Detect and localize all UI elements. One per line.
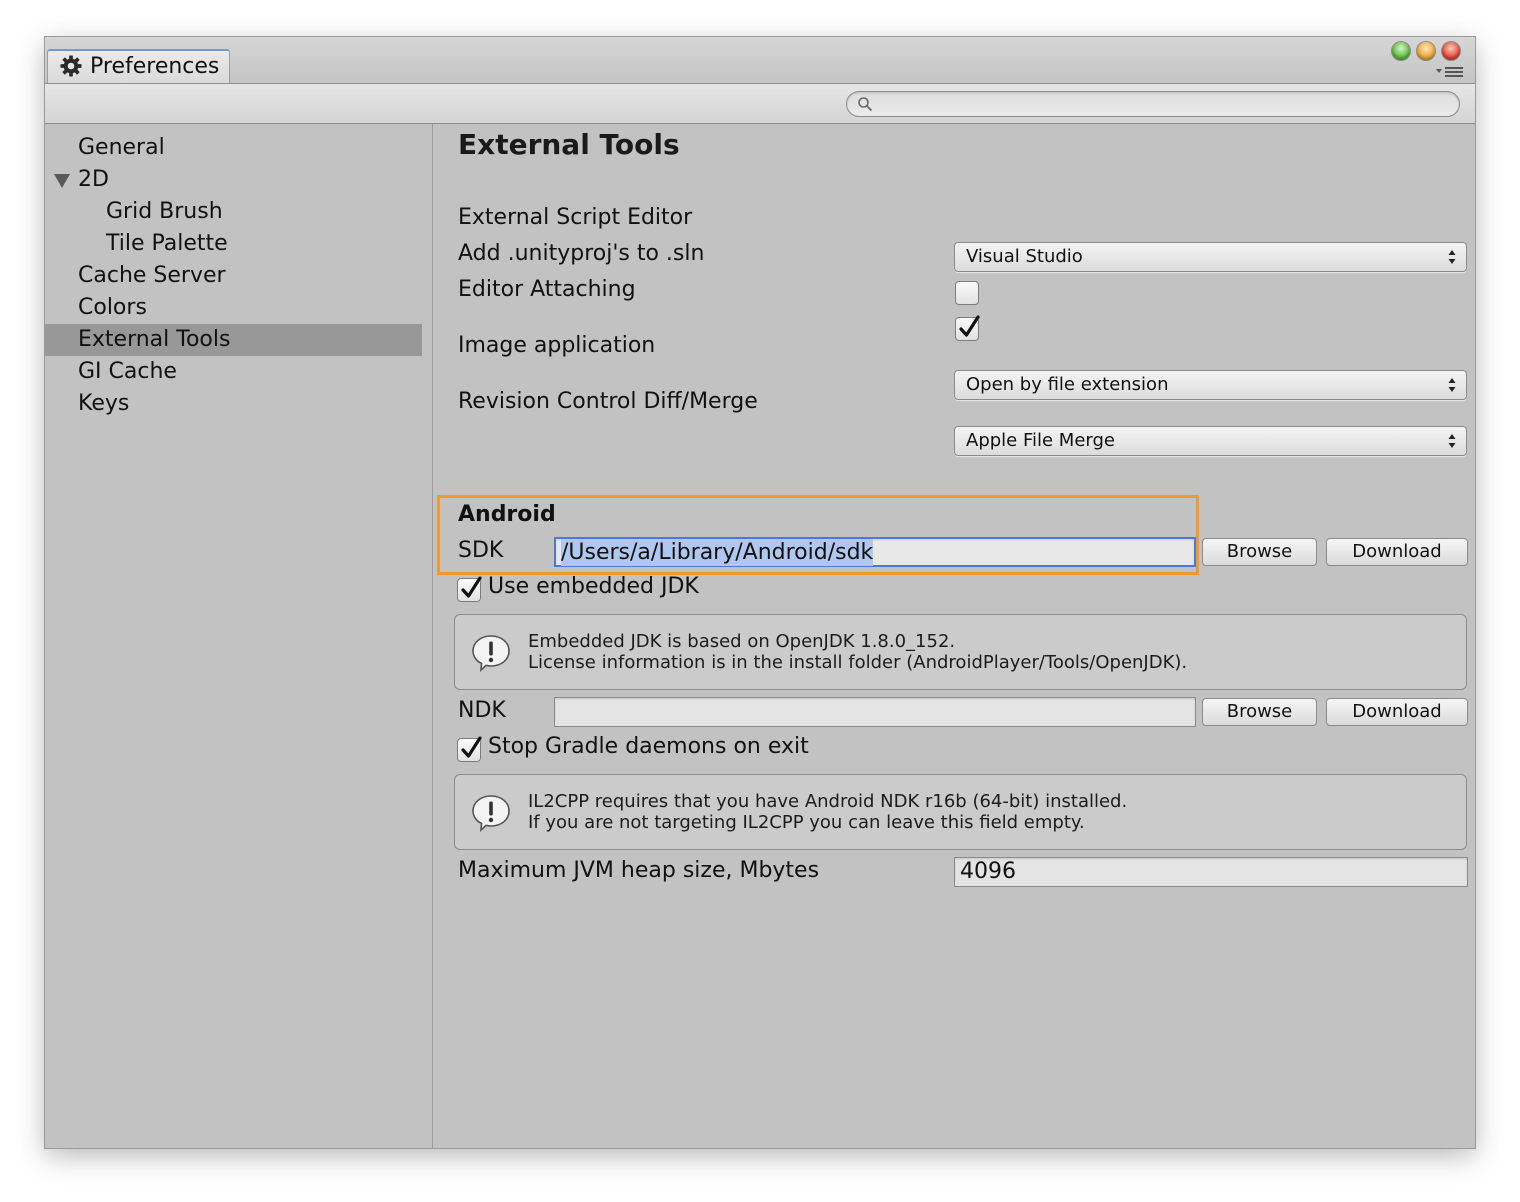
sdk-path-input[interactable]: /Users/a/Library/Android/sdk: [554, 537, 1196, 567]
ndk-path-input[interactable]: [554, 697, 1196, 727]
sdk-download-button[interactable]: Download: [1326, 538, 1468, 566]
jdk-info-line-1: Embedded JDK is based on OpenJDK 1.8.0_1…: [528, 631, 956, 652]
checkmark-icon: [461, 736, 482, 758]
image-application-dropdown[interactable]: Open by file extension: [954, 370, 1467, 400]
jvm-heap-label: Maximum JVM heap size, Mbytes: [458, 858, 820, 883]
settings-panel: External Tools External Script Editor Vi…: [433, 124, 1475, 1148]
close-button[interactable]: [1442, 42, 1460, 60]
page-title: External Tools: [458, 128, 680, 161]
android-section-header: Android: [458, 502, 556, 527]
ndk-info-box: IL2CPP requires that you have Android ND…: [454, 774, 1467, 850]
sidebar-item-label: GI Cache: [78, 359, 177, 384]
toolbar: [45, 84, 1475, 124]
sidebar-item-label: Grid Brush: [106, 199, 223, 224]
info-speech-bubble-icon: [472, 795, 510, 832]
jvm-heap-input[interactable]: 4096: [954, 857, 1468, 887]
sdk-label: SDK: [458, 538, 504, 563]
embedded-jdk-checkbox[interactable]: [457, 576, 482, 602]
sidebar-item-label: General: [78, 135, 165, 160]
image-application-label: Image application: [458, 333, 656, 358]
sidebar-item-2d[interactable]: 2D: [45, 164, 422, 196]
dropdown-value: Open by file extension: [966, 374, 1169, 395]
sdk-path-value: /Users/a/Library/Android/sdk: [561, 539, 874, 566]
search-icon: [858, 97, 873, 112]
sidebar-item-tile-palette[interactable]: Tile Palette: [45, 228, 422, 260]
add-unityproj-checkbox[interactable]: [955, 281, 979, 305]
jvm-heap-value: 4096: [960, 859, 1016, 884]
ndk-info-line-1: IL2CPP requires that you have Android ND…: [528, 791, 1128, 812]
sidebar-item-label: Cache Server: [78, 263, 226, 288]
sidebar-item-grid-brush[interactable]: Grid Brush: [45, 196, 422, 228]
search-input[interactable]: [877, 94, 1451, 116]
title-bar: Preferences: [45, 37, 1475, 84]
sidebar-item-label: 2D: [78, 167, 109, 192]
editor-attaching-checkbox[interactable]: [955, 315, 980, 341]
script-editor-dropdown[interactable]: Visual Studio: [954, 242, 1467, 272]
minimize-button[interactable]: [1417, 42, 1435, 60]
editor-attaching-label: Editor Attaching: [458, 277, 636, 302]
sidebar-item-general[interactable]: General: [45, 132, 422, 164]
revision-control-label: Revision Control Diff/Merge: [458, 389, 758, 414]
stop-gradle-checkbox[interactable]: [457, 736, 482, 762]
updown-arrows-icon: [1448, 250, 1456, 264]
sidebar-item-label: Colors: [78, 295, 147, 320]
revision-control-dropdown[interactable]: Apple File Merge: [954, 426, 1467, 456]
info-speech-bubble-icon: [472, 635, 510, 672]
updown-arrows-icon: [1448, 434, 1456, 448]
preferences-window: Preferences General 2D Grid Brush Tile P…: [45, 37, 1475, 1148]
sidebar-item-label: Keys: [78, 391, 130, 416]
sidebar-item-gi-cache[interactable]: GI Cache: [45, 356, 422, 388]
sidebar-item-external-tools[interactable]: External Tools: [45, 324, 422, 356]
sdk-browse-button[interactable]: Browse: [1202, 538, 1317, 566]
stop-gradle-label: Stop Gradle daemons on exit: [488, 734, 809, 759]
dropdown-value: Apple File Merge: [966, 430, 1115, 451]
sidebar-item-keys[interactable]: Keys: [45, 388, 422, 420]
jdk-info-box: Embedded JDK is based on OpenJDK 1.8.0_1…: [454, 614, 1467, 690]
tab-title: Preferences: [90, 54, 220, 79]
ndk-label: NDK: [458, 698, 506, 723]
sidebar-item-cache-server[interactable]: Cache Server: [45, 260, 422, 292]
sidebar: General 2D Grid Brush Tile Palette Cache…: [45, 124, 433, 1148]
window-menu-icon[interactable]: [1436, 66, 1464, 78]
maximize-button[interactable]: [1392, 42, 1410, 60]
ndk-browse-button[interactable]: Browse: [1202, 698, 1317, 726]
sidebar-item-colors[interactable]: Colors: [45, 292, 422, 324]
script-editor-label: External Script Editor: [458, 205, 693, 230]
ndk-info-line-2: If you are not targeting IL2CPP you can …: [528, 812, 1085, 833]
jdk-info-line-2: License information is in the install fo…: [528, 652, 1188, 673]
sidebar-item-label: External Tools: [78, 327, 231, 352]
foldout-expanded-icon[interactable]: [54, 174, 70, 188]
tab-preferences[interactable]: Preferences: [47, 49, 230, 83]
updown-arrows-icon: [1448, 378, 1456, 392]
dropdown-value: Visual Studio: [966, 246, 1083, 267]
gear-icon: [60, 55, 82, 77]
search-field[interactable]: [846, 91, 1460, 117]
ndk-download-button[interactable]: Download: [1326, 698, 1468, 726]
checkmark-icon: [959, 315, 980, 337]
checkmark-icon: [461, 576, 482, 598]
add-unityproj-label: Add .unityproj's to .sln: [458, 241, 705, 266]
embedded-jdk-label: Use embedded JDK: [488, 574, 699, 599]
sidebar-item-label: Tile Palette: [106, 231, 228, 256]
